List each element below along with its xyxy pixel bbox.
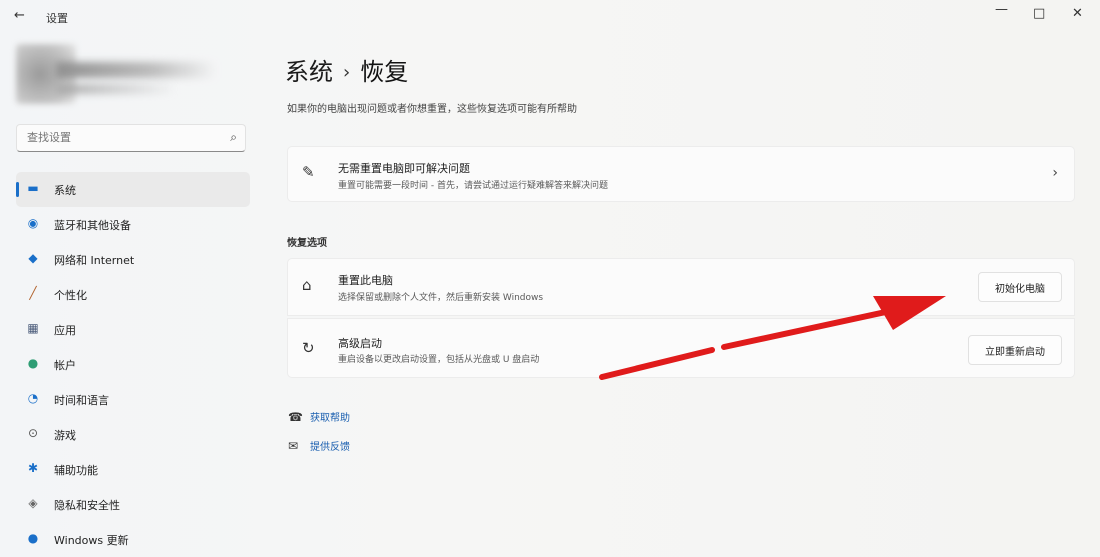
user-email-blurred — [56, 84, 176, 94]
reset-pc-description: 选择保留或删除个人文件，然后重新安装 Windows — [338, 293, 544, 303]
page-description: 如果你的电脑出现问题或者你想重置，这些恢复选项可能有所帮助 — [287, 104, 577, 115]
advanced-startup-icon: ↻ — [302, 339, 315, 357]
sidebar-item-label: 隐私和安全性 — [54, 499, 120, 512]
sidebar-item[interactable]: ◔ 时间和语言 — [16, 382, 250, 417]
user-icon: ● — [27, 356, 39, 370]
back-button[interactable]: ← — [14, 8, 25, 23]
advanced-startup-card: ↻ 高级启动 重启设备以更改启动设置，包括从光盘或 U 盘启动 立即重新启动 — [287, 318, 1075, 378]
user-profile-blurred[interactable] — [16, 44, 216, 106]
chevron-right-icon: › — [1052, 165, 1058, 181]
troubleshoot-title: 无需重置电脑即可解决问题 — [338, 162, 470, 175]
sidebar-item[interactable]: ▦ 应用 — [16, 312, 250, 347]
brush-icon: ╱ — [29, 286, 37, 300]
help-icon: ☎ — [288, 410, 303, 424]
page-title: 恢复 — [360, 58, 409, 86]
sidebar-item-label: Windows 更新 — [54, 534, 129, 547]
search-input[interactable] — [25, 130, 219, 145]
get-help-link[interactable]: ☎ 获取帮助 — [288, 409, 350, 424]
sidebar-item-label: 个性化 — [54, 289, 87, 302]
give-feedback-link[interactable]: ✉ 提供反馈 — [288, 438, 350, 453]
feedback-icon: ✉ — [288, 439, 299, 453]
update-icon: ● — [27, 531, 39, 545]
sidebar-item-label: 网络和 Internet — [54, 254, 135, 267]
give-feedback-label: 提供反馈 — [310, 442, 350, 453]
sidebar-item-label: 蓝牙和其他设备 — [54, 219, 131, 232]
get-help-label: 获取帮助 — [310, 413, 350, 424]
breadcrumb-separator-icon: › — [343, 62, 351, 83]
accessibility-icon: ✱ — [27, 461, 39, 475]
sidebar-item[interactable]: ╱ 个性化 — [16, 277, 250, 312]
gamepad-icon: ⊙ — [27, 426, 39, 440]
sidebar-item-label: 系统 — [54, 184, 76, 197]
reset-pc-icon: ⌂ — [302, 276, 312, 294]
reset-pc-card: ⌂ 重置此电脑 选择保留或删除个人文件，然后重新安装 Windows 初始化电脑 — [287, 258, 1075, 316]
restart-now-button[interactable]: 立即重新启动 — [968, 335, 1062, 365]
wrench-icon: ✎ — [302, 163, 315, 181]
sidebar-item[interactable]: ▬ 系统 — [16, 172, 250, 207]
recovery-section-label: 恢复选项 — [287, 238, 327, 249]
search-icon[interactable]: ⌕ — [230, 130, 237, 145]
wifi-icon: ◆ — [28, 251, 38, 265]
app-title: 设置 — [46, 12, 68, 25]
sidebar-item-label: 帐户 — [54, 359, 76, 372]
minimize-button[interactable]: — — [995, 2, 1008, 17]
reset-pc-button[interactable]: 初始化电脑 — [978, 272, 1062, 302]
sidebar-item[interactable]: ⊙ 游戏 — [16, 417, 250, 452]
troubleshoot-card[interactable]: ✎ 无需重置电脑即可解决问题 重置可能需要一段时间 - 首先，请尝试通过运行疑难… — [287, 146, 1075, 202]
advanced-startup-description: 重启设备以更改启动设置，包括从光盘或 U 盘启动 — [338, 355, 540, 365]
bluetooth-icon: ◉ — [27, 216, 39, 230]
sidebar-item-label: 应用 — [54, 324, 76, 337]
sidebar-item[interactable]: ✱ 辅助功能 — [16, 452, 250, 487]
sidebar-item[interactable]: ◉ 蓝牙和其他设备 — [16, 207, 250, 242]
active-indicator — [16, 182, 19, 197]
troubleshoot-description: 重置可能需要一段时间 - 首先，请尝试通过运行疑难解答来解决问题 — [338, 181, 608, 191]
sidebar-item[interactable]: ● Windows 更新 — [16, 522, 250, 557]
sidebar-item[interactable]: ◈ 隐私和安全性 — [16, 487, 250, 522]
user-name-blurred — [56, 62, 216, 78]
title-bar: ← 设置 — □ ✕ — [0, 0, 1100, 32]
breadcrumb: 系统 › 恢复 — [285, 52, 408, 87]
sidebar-item[interactable]: ● 帐户 — [16, 347, 250, 382]
maximize-button[interactable]: □ — [1033, 6, 1045, 21]
apps-icon: ▦ — [27, 321, 39, 335]
sidebar-item-label: 时间和语言 — [54, 394, 109, 407]
sidebar-item-label: 辅助功能 — [54, 464, 98, 477]
sidebar-nav: ▬ 系统 ◉ 蓝牙和其他设备 ◆ 网络和 Internet ╱ 个性化 ▦ 应用 ● 帐户 ◔ 时间和语言… — [16, 172, 250, 557]
sidebar-item[interactable]: ◆ 网络和 Internet — [16, 242, 250, 277]
advanced-startup-title: 高级启动 — [338, 337, 382, 350]
close-button[interactable]: ✕ — [1072, 6, 1083, 21]
reset-pc-title: 重置此电脑 — [338, 274, 393, 287]
sidebar-item-label: 游戏 — [54, 429, 76, 442]
shield-icon: ◈ — [28, 496, 38, 510]
clock-globe-icon: ◔ — [27, 391, 39, 405]
breadcrumb-parent[interactable]: 系统 — [285, 58, 333, 86]
monitor-icon: ▬ — [27, 181, 39, 195]
search-box[interactable]: ⌕ — [16, 124, 246, 152]
